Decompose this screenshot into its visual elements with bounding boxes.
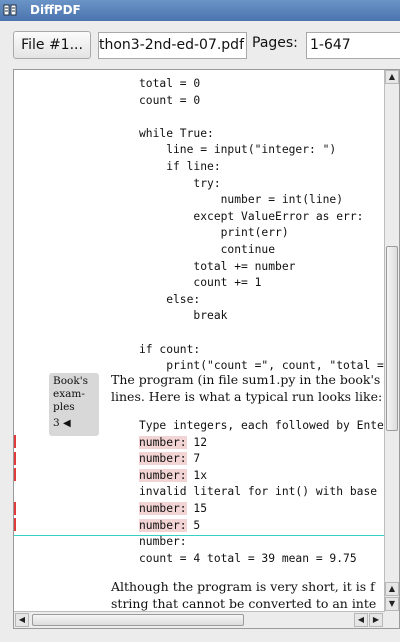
scroll-down-icon[interactable]: ▼ — [385, 597, 399, 611]
code-line: number = int(line) — [139, 193, 344, 207]
scroll-up-icon[interactable]: ▲ — [385, 582, 399, 596]
change-marker — [14, 502, 16, 515]
code-line: total += number — [139, 259, 296, 273]
margin-note: Book's exam- ples 3 ◀ — [49, 373, 99, 436]
margin-note-line: Book's — [53, 375, 88, 387]
vertical-scroll-thumb[interactable] — [386, 246, 398, 431]
change-marker — [14, 518, 16, 531]
vertical-scrollbar[interactable]: ▲ ▲ ▼ — [384, 70, 399, 612]
change-marker — [14, 468, 16, 481]
run-input: 15 — [193, 501, 208, 515]
title-bar: DiffPDF — [0, 0, 400, 21]
run-intro: Type integers, each followed by Enter; — [139, 419, 385, 432]
toolbar: File #1... python3-2nd-ed-07.pdf Pages: … — [0, 21, 400, 67]
run-input: 12 — [193, 435, 208, 449]
code-line: break — [139, 309, 228, 323]
file-1-button[interactable]: File #1... — [13, 31, 91, 59]
run-last-prompt: number: — [139, 535, 187, 549]
change-marker — [14, 435, 16, 448]
paragraph-line: The program (in file sum1.py in the book… — [111, 372, 381, 387]
code-block: total = 0 count = 0 while True: line = i… — [139, 76, 385, 375]
run-prompt: number: — [139, 501, 187, 515]
paragraph-line: string that cannot be converted to an in… — [111, 596, 377, 611]
code-line: continue — [139, 242, 276, 256]
run-prompt: number: — [139, 468, 187, 482]
code-line: count += 1 — [139, 276, 262, 290]
pages-label: Pages: — [252, 35, 298, 51]
scroll-up-icon[interactable]: ▲ — [385, 70, 399, 84]
code-line: else: — [139, 292, 201, 306]
pages-field[interactable]: 1-647 — [306, 32, 400, 59]
pdf-page: total = 0 count = 0 while True: line = i… — [14, 70, 385, 612]
pdf-viewer[interactable]: total = 0 count = 0 while True: line = i… — [13, 69, 400, 629]
code-line: if line: — [139, 159, 221, 173]
file-name-field[interactable]: python3-2nd-ed-07.pdf — [98, 32, 247, 59]
horizontal-scrollbar[interactable]: ◀ ◀ ▶ — [14, 611, 385, 628]
paragraph-line: lines. Here is what a typical run looks … — [111, 389, 383, 404]
scroll-left-icon[interactable]: ◀ — [15, 613, 29, 627]
run-input: 5 — [193, 518, 201, 532]
code-line: try: — [139, 176, 221, 190]
run-input: 7 — [193, 452, 201, 466]
margin-note-line: exam- — [53, 388, 85, 400]
code-line: total = 0 — [139, 77, 201, 90]
run-prompt: number: — [139, 452, 187, 466]
run-input: 1x — [193, 468, 208, 482]
paragraph-line: Although the program is very short, it i… — [111, 579, 375, 594]
app-icon — [3, 4, 17, 16]
run-prompt: number: — [139, 435, 187, 449]
run-prompt: number: — [139, 518, 187, 532]
scroll-left-icon[interactable]: ◀ — [354, 613, 368, 627]
window-title: DiffPDF — [30, 3, 81, 17]
diff-separator-line — [14, 535, 385, 536]
code-line: count = 0 — [139, 93, 201, 107]
run-summary: count = 4 total = 39 mean = 9.75 — [139, 551, 357, 565]
code-line: line = input("integer: ") — [139, 143, 337, 157]
run-error: invalid literal for int() with base 10 — [139, 485, 385, 499]
code-line: print(err) — [139, 226, 289, 240]
code-line: while True: — [139, 126, 214, 140]
scroll-right-icon[interactable]: ▶ — [369, 613, 383, 627]
arrow-left-icon: ◀ — [63, 418, 71, 429]
code-line: except ValueError as err: — [139, 209, 364, 223]
margin-note-page: 3 — [53, 417, 60, 429]
file-name-text: python3-2nd-ed-07.pdf — [98, 37, 244, 53]
margin-note-line: ples — [53, 401, 75, 413]
change-marker — [14, 452, 16, 465]
code-line: print("count =", count, "total =", — [139, 359, 385, 373]
code-line: if count: — [139, 342, 201, 356]
scrollbar-corner — [385, 612, 399, 628]
run-output: Type integers, each followed by Enter; n… — [139, 418, 385, 567]
horizontal-scroll-thumb[interactable] — [32, 614, 244, 626]
